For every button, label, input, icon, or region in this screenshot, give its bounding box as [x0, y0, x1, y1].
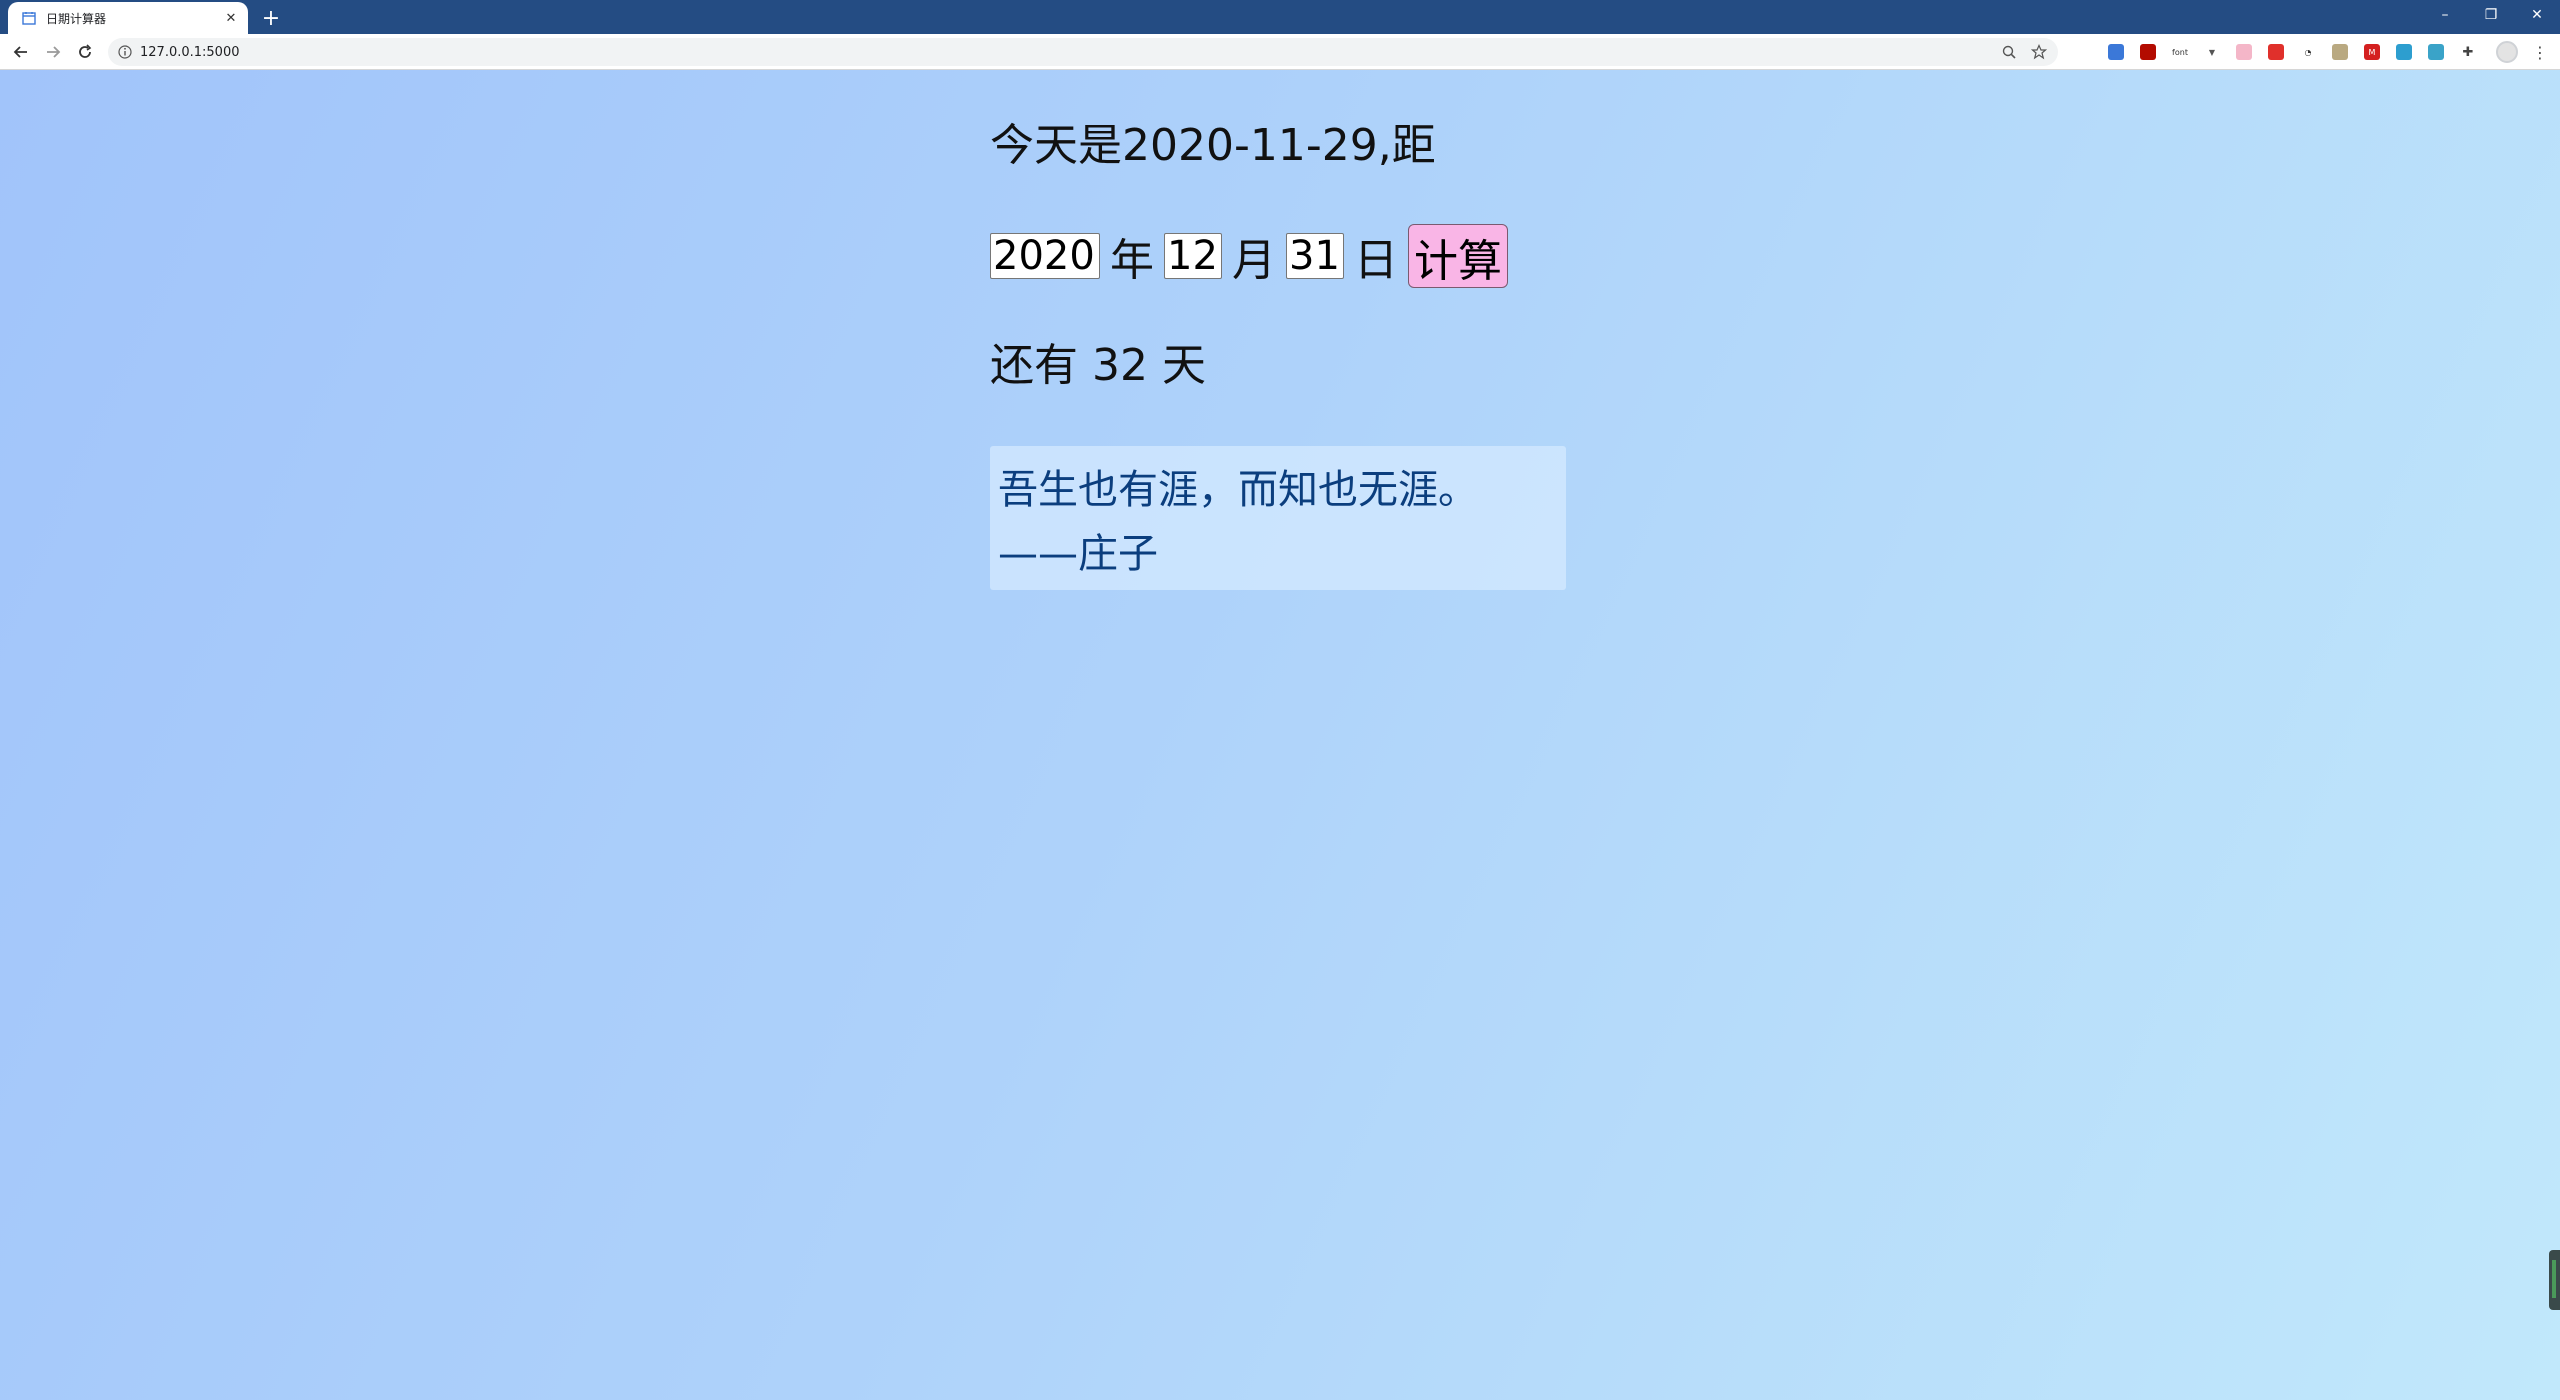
- tab-title: 日期计算器: [46, 11, 107, 26]
- arrow-left-icon: [13, 46, 27, 58]
- page-viewport: 今天是2020-11-29,距 年 月 日 计算 还有 32 天 吾生也有涯，而…: [0, 70, 2560, 1400]
- day-unit: 日: [1354, 235, 1398, 286]
- red-extension-icon[interactable]: [2268, 44, 2284, 60]
- result-suffix: 天: [1162, 340, 1206, 391]
- gauge-icon[interactable]: ◔: [2300, 44, 2316, 60]
- date-form: 年 月 日 计算: [990, 224, 1508, 288]
- bookmark-star-icon[interactable]: [2028, 41, 2050, 63]
- note-icon[interactable]: [2428, 44, 2444, 60]
- tab-strip: 日期计算器 ✕ + – ❐ ✕: [0, 0, 2560, 34]
- font-icon[interactable]: font: [2172, 44, 2188, 60]
- browser-toolbar: 127.0.0.1:5000 font ▼ ◔ M ✚ ⋮: [0, 34, 2560, 70]
- today-text: 今天是2020-11-29,距: [990, 120, 1436, 171]
- side-panel-handle[interactable]: [2549, 1250, 2560, 1310]
- calculate-button[interactable]: 计算: [1408, 224, 1508, 288]
- address-bar[interactable]: 127.0.0.1:5000: [108, 38, 2058, 66]
- month-unit: 月: [1232, 235, 1276, 286]
- quote-box: 吾生也有涯，而知也无涯。 ——庄子: [990, 446, 1566, 590]
- shield-icon[interactable]: [2396, 44, 2412, 60]
- image-icon[interactable]: [2332, 44, 2348, 60]
- v-icon[interactable]: ▼: [2204, 44, 2220, 60]
- restore-button[interactable]: ❐: [2468, 0, 2514, 30]
- day-input[interactable]: [1286, 233, 1344, 279]
- browser-tab[interactable]: 日期计算器 ✕: [8, 2, 248, 34]
- url-text[interactable]: 127.0.0.1:5000: [140, 45, 1998, 60]
- result-prefix: 还有: [990, 340, 1078, 391]
- forward-button[interactable]: [40, 39, 66, 65]
- info-icon[interactable]: [118, 45, 132, 59]
- calendar-icon: [22, 12, 36, 25]
- profile-avatar[interactable]: [2496, 41, 2518, 63]
- m-icon[interactable]: M: [2364, 44, 2380, 60]
- new-tab-button[interactable]: +: [258, 5, 284, 31]
- close-window-button[interactable]: ✕: [2514, 0, 2560, 30]
- zoom-icon[interactable]: [1998, 41, 2020, 63]
- result-days: 32: [1092, 340, 1148, 391]
- result-text: 还有 32 天: [990, 338, 1206, 394]
- tab-close-icon[interactable]: ✕: [220, 7, 242, 29]
- year-input[interactable]: [990, 233, 1100, 279]
- month-input[interactable]: [1164, 233, 1222, 279]
- reload-button[interactable]: [72, 39, 98, 65]
- graduation-cap-icon[interactable]: [2108, 44, 2124, 60]
- menu-icon[interactable]: ⋮: [2530, 40, 2550, 64]
- arrow-right-icon: [47, 46, 61, 58]
- quote-line-1: 吾生也有涯，而知也无涯。: [998, 467, 1478, 513]
- puzzle-piece-icon[interactable]: ✚: [2460, 44, 2476, 60]
- reload-icon: [79, 44, 92, 58]
- pdf-icon[interactable]: [2140, 44, 2156, 60]
- minimize-button[interactable]: –: [2422, 0, 2468, 30]
- extensions-bar: font ▼ ◔ M ✚: [2108, 42, 2492, 62]
- back-button[interactable]: [8, 39, 34, 65]
- year-unit: 年: [1110, 235, 1154, 286]
- quote-author: ——庄子: [998, 531, 1158, 577]
- pink-extension-icon[interactable]: [2236, 44, 2252, 60]
